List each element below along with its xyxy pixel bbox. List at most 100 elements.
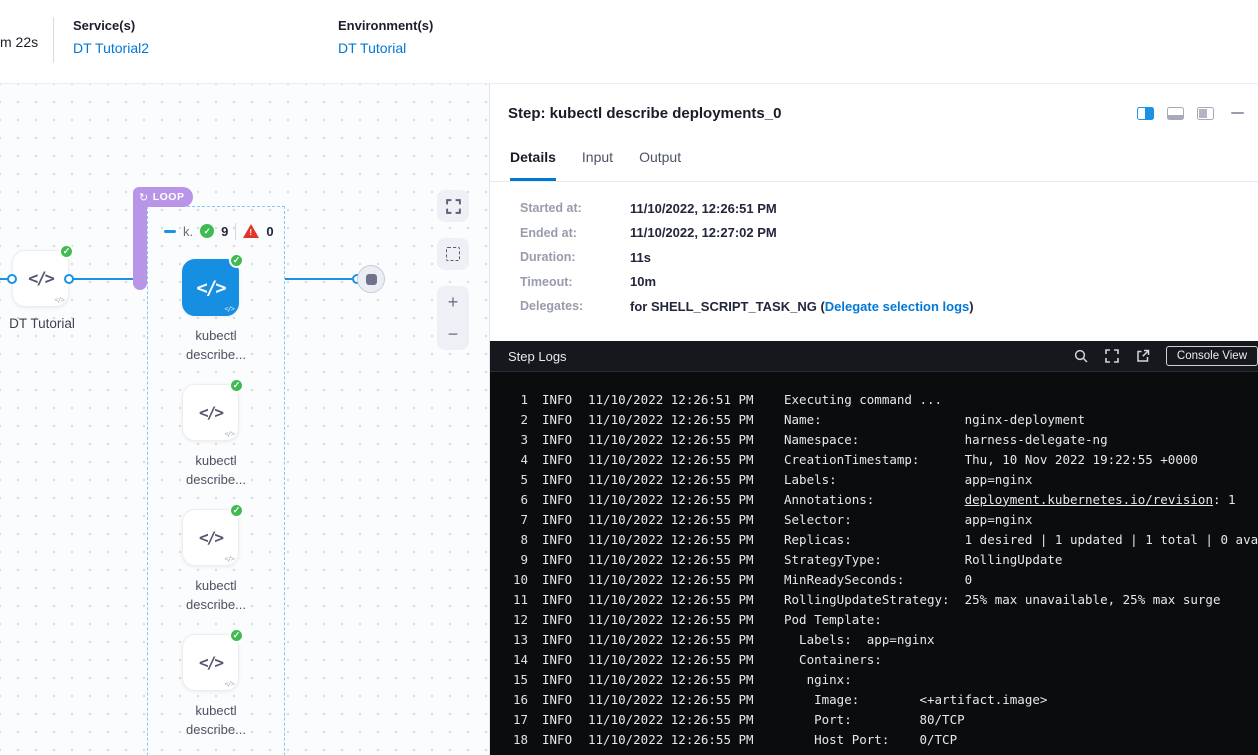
log-line: 13INFO11/10/2022 12:26:55 PM Labels: app… <box>502 629 1258 649</box>
stage-node-dt-tutorial[interactable]: </> ✓ </> <box>12 250 69 307</box>
log-timestamp: 11/10/2022 12:26:55 PM <box>588 492 784 507</box>
log-fullscreen-button[interactable] <box>1104 348 1120 364</box>
log-search-button[interactable] <box>1073 348 1089 364</box>
execution-duration: m 22s <box>0 34 38 50</box>
tab-input[interactable]: Input <box>582 136 613 181</box>
detail-value: for SHELL_SCRIPT_TASK_NG (Delegate selec… <box>630 299 974 314</box>
log-line-number: 6 <box>502 492 528 507</box>
log-toolbar: Console View <box>1073 346 1244 366</box>
log-timestamp: 11/10/2022 12:26:55 PM <box>588 632 784 647</box>
log-line: 6INFO11/10/2022 12:26:55 PMAnnotations: … <box>502 489 1258 509</box>
code-icon: </> <box>199 528 222 547</box>
log-timestamp: 11/10/2022 12:26:55 PM <box>588 692 784 707</box>
log-level: INFO <box>542 432 588 447</box>
detail-label: Duration: <box>520 250 630 264</box>
services-label: Service(s) <box>73 18 149 33</box>
pipeline-end-node[interactable] <box>357 265 385 293</box>
log-level: INFO <box>542 692 588 707</box>
shell-script-type-icon: </> <box>54 296 64 304</box>
minimize-panel-icon[interactable] <box>1231 112 1244 115</box>
log-message: Labels: app=nginx <box>784 472 1032 487</box>
delegate-selection-logs-link[interactable]: Delegate selection logs <box>825 299 970 314</box>
detail-value: 11/10/2022, 12:26:51 PM <box>630 201 777 216</box>
layout-split-bottom-icon[interactable] <box>1167 107 1184 120</box>
fit-to-screen-button[interactable] <box>437 190 469 222</box>
log-line: 9INFO11/10/2022 12:26:55 PMStrategyType:… <box>502 549 1258 569</box>
log-message: Executing command ... <box>784 392 942 407</box>
pipeline-step-node[interactable]: </>✓</> <box>182 634 239 691</box>
log-console[interactable]: 1INFO11/10/2022 12:26:51 PMExecuting com… <box>490 372 1258 755</box>
log-level: INFO <box>542 672 588 687</box>
log-timestamp: 11/10/2022 12:26:55 PM <box>588 552 784 567</box>
log-message: CreationTimestamp: Thu, 10 Nov 2022 19:2… <box>784 452 1198 467</box>
log-level: INFO <box>542 392 588 407</box>
log-message: nginx: <box>784 672 852 687</box>
log-line: 10INFO11/10/2022 12:26:55 PMMinReadySeco… <box>502 569 1258 589</box>
pipeline-step-node[interactable]: </>✓</> <box>182 259 239 316</box>
environment-link[interactable]: DT Tutorial <box>338 40 433 56</box>
console-view-button[interactable]: Console View <box>1166 346 1258 366</box>
log-line: 7INFO11/10/2022 12:26:55 PMSelector: app… <box>502 509 1258 529</box>
code-icon: </> <box>199 653 222 672</box>
log-line: 11INFO11/10/2022 12:26:55 PMRollingUpdat… <box>502 589 1258 609</box>
log-timestamp: 11/10/2022 12:26:51 PM <box>588 392 784 407</box>
log-level: INFO <box>542 572 588 587</box>
pipeline-step-node[interactable]: </>✓</> <box>182 509 239 566</box>
log-message: MinReadySeconds: 0 <box>784 572 972 587</box>
log-level: INFO <box>542 612 588 627</box>
log-message: Replicas: 1 desired | 1 updated | 1 tota… <box>784 532 1258 547</box>
log-line: 1INFO11/10/2022 12:26:51 PMExecuting com… <box>502 389 1258 409</box>
zoom-out-button[interactable]: − <box>437 318 469 350</box>
pipeline-step-node[interactable]: </>✓</> <box>182 384 239 441</box>
step-panel-title: Step: kubectl describe deployments_0 <box>508 105 1137 122</box>
log-line-number: 15 <box>502 672 528 687</box>
log-message: Port: 80/TCP <box>784 712 965 727</box>
code-icon: </> <box>196 277 224 299</box>
environments-label: Environment(s) <box>338 18 433 33</box>
collapse-group-icon[interactable] <box>164 230 176 233</box>
service-link[interactable]: DT Tutorial2 <box>73 40 149 56</box>
log-open-new-tab-button[interactable] <box>1135 348 1151 364</box>
layout-split-left-icon[interactable] <box>1197 107 1214 120</box>
log-level: INFO <box>542 552 588 567</box>
log-level: INFO <box>542 532 588 547</box>
node-port[interactable] <box>7 274 17 284</box>
log-timestamp: 11/10/2022 12:26:55 PM <box>588 672 784 687</box>
layout-split-right-icon[interactable] <box>1137 107 1154 120</box>
node-port[interactable] <box>64 274 74 284</box>
detail-label: Started at: <box>520 201 630 215</box>
step-node-label: kubectldescribe... <box>147 701 285 739</box>
log-timestamp: 11/10/2022 12:26:55 PM <box>588 412 784 427</box>
log-level: INFO <box>542 632 588 647</box>
success-check-icon: ✓ <box>229 253 244 268</box>
marquee-select-button[interactable] <box>437 238 469 270</box>
log-timestamp: 11/10/2022 12:26:55 PM <box>588 532 784 547</box>
zoom-in-button[interactable]: + <box>437 286 469 318</box>
loop-badge[interactable]: ↻ LOOP <box>133 187 193 207</box>
pipeline-canvas[interactable]: ↻ LOOP k. ✓ 9 ! 0 </> ✓ </> DT Tutorial <box>0 84 490 755</box>
shell-script-type-icon: </> <box>224 680 234 688</box>
log-timestamp: 11/10/2022 12:26:55 PM <box>588 732 784 747</box>
zoom-controls: + − <box>437 286 469 350</box>
log-link[interactable]: deployment.kubernetes.io/revision <box>965 492 1213 507</box>
log-message: Selector: app=nginx <box>784 512 1032 527</box>
shell-script-type-icon: </> <box>224 305 234 313</box>
fit-to-screen-icon <box>445 198 462 215</box>
log-message: Image: <+artifact.image> <box>784 692 1047 707</box>
log-timestamp: 11/10/2022 12:26:55 PM <box>588 452 784 467</box>
log-message: Annotations: deployment.kubernetes.io/re… <box>784 492 1236 507</box>
edge <box>285 278 357 280</box>
log-line-number: 18 <box>502 732 528 747</box>
log-line-number: 12 <box>502 612 528 627</box>
tab-details[interactable]: Details <box>510 136 556 181</box>
stop-icon <box>366 274 377 285</box>
log-level: INFO <box>542 452 588 467</box>
stage-node-label: DT Tutorial <box>0 316 84 331</box>
execution-header-bar: m 22s Service(s) DT Tutorial2 Environmen… <box>0 0 1258 84</box>
log-line-number: 4 <box>502 452 528 467</box>
log-line-number: 8 <box>502 532 528 547</box>
log-line-number: 7 <box>502 512 528 527</box>
step-node-label: kubectldescribe... <box>147 326 285 364</box>
detail-row: Delegates: for SHELL_SCRIPT_TASK_NG (Del… <box>490 294 1258 319</box>
tab-output[interactable]: Output <box>639 136 681 181</box>
